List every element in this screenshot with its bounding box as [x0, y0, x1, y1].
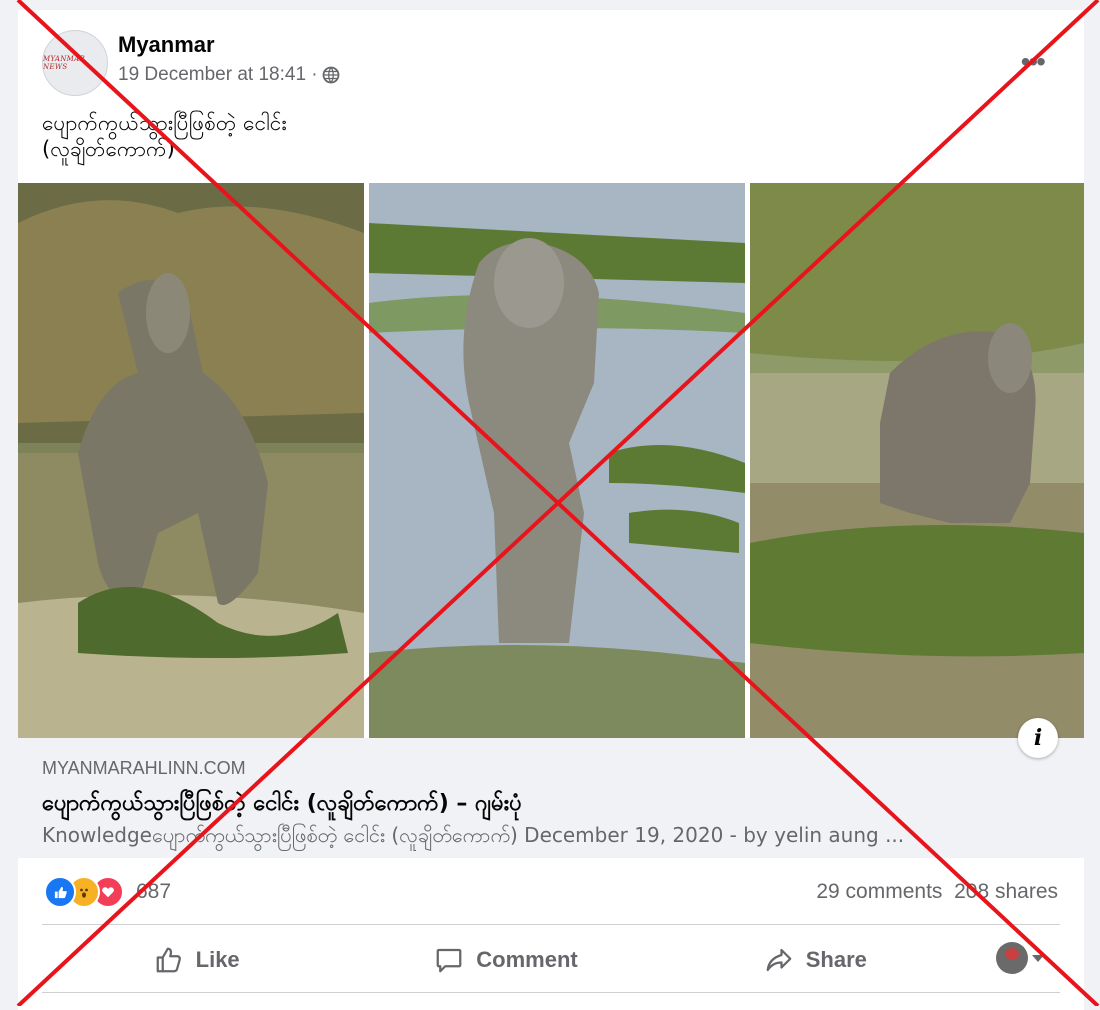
link-description: Knowledgeပျောက်ကွယ်သွားပြီဖြစ်တဲ့ ငေါင်း…	[42, 823, 905, 847]
post-text-line-1: ပျောက်ကွယ်သွားပြီဖြစ်တဲ့ ငေါင်း	[42, 111, 287, 135]
more-icon[interactable]: •••	[1021, 46, 1046, 78]
engagement-counts: 29 comments 208 shares	[816, 880, 1058, 904]
reaction-count: 687	[136, 880, 172, 903]
link-title[interactable]: ပျောက်ကွယ်သွားပြီဖြစ်တဲ့ ငေါင်း (လူချိတ်…	[42, 788, 522, 821]
action-bar: Like Comment Share	[42, 928, 1060, 992]
like-button[interactable]: Like	[42, 945, 351, 975]
page-name[interactable]: Myanmar	[118, 32, 215, 58]
audience-avatar	[996, 942, 1028, 974]
post-image-1[interactable]	[18, 183, 364, 738]
post-image-3[interactable]	[750, 183, 1084, 738]
comment-icon	[436, 948, 462, 973]
post-card: MYANMAR NEWS Myanmar 19 December at 18:4…	[18, 10, 1084, 1010]
avatar[interactable]: MYANMAR NEWS	[42, 30, 108, 96]
chevron-down-icon	[1032, 954, 1044, 962]
link-preview[interactable]: i MYANMARAHLINN.COM ပျောက်ကွယ်သွားပြီဖြစ…	[18, 718, 1084, 858]
shares-count[interactable]: 208 shares	[954, 880, 1058, 903]
link-domain: MYANMARAHLINN.COM	[42, 758, 246, 778]
divider-top	[42, 924, 1060, 925]
divider-bottom	[42, 992, 1060, 993]
audience-selector[interactable]	[996, 942, 1044, 974]
post-text-line-2: (လူချိတ်ကောက်)	[42, 137, 175, 161]
comments-count[interactable]: 29 comments	[816, 880, 942, 903]
post-timestamp[interactable]: 19 December at 18:41 ·	[118, 64, 318, 86]
share-button[interactable]: Share	[661, 945, 970, 975]
avatar-logo-text: MYANMAR NEWS	[43, 55, 86, 71]
post-text: ပျောက်ကွယ်သွားပြီဖြစ်တဲ့ ငေါင်း (လူချိတ်…	[42, 110, 287, 162]
like-label: Like	[195, 947, 240, 972]
info-icon[interactable]: i	[1018, 718, 1058, 758]
like-reaction-icon	[44, 876, 76, 908]
post-meta: 19 December at 18:41 ·	[118, 64, 340, 86]
reaction-summary[interactable]: 687	[44, 876, 171, 908]
comment-label: Comment	[476, 947, 578, 972]
like-icon	[156, 947, 181, 973]
globe-icon	[322, 66, 340, 84]
post-images[interactable]	[18, 183, 1084, 738]
share-icon	[766, 948, 792, 972]
post-image-2[interactable]	[369, 183, 745, 738]
comment-button[interactable]: Comment	[351, 945, 660, 975]
share-label: Share	[805, 947, 867, 972]
